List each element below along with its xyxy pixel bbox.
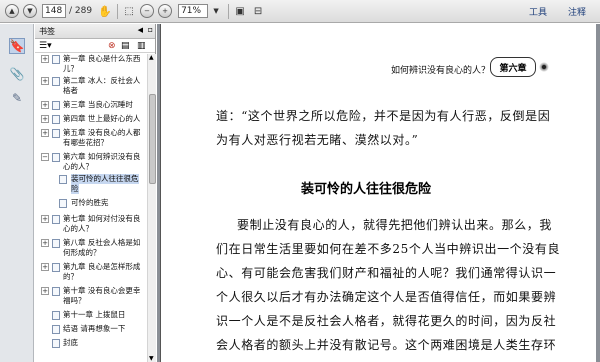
bookmark-label: 的？ xyxy=(63,272,78,281)
expand-icon[interactable]: + xyxy=(41,115,49,123)
bookmark-label: 格者 xyxy=(63,86,78,95)
expand-icon[interactable]: + xyxy=(41,239,49,247)
bookmark-label: 有哪些花招？ xyxy=(63,138,108,147)
zoom-level-select[interactable]: 71% xyxy=(178,4,209,18)
paragraph-line: 会人格者的额头上并没有散记号。这个两难困境是人类生存环 xyxy=(216,338,557,352)
panel-header: 书签 ◀ ▫ xyxy=(35,24,155,39)
bookmark-label: 第十一章 上拨鼠日 xyxy=(63,310,126,319)
chapter-label: 第六章 xyxy=(490,57,536,77)
bookmark-label: 封底 xyxy=(63,338,78,347)
bookmark-page-icon xyxy=(52,287,60,296)
section-title: 装可怜的人往往很危险 xyxy=(301,182,432,197)
bookmark-label: 可怜的胜宪 xyxy=(71,198,109,207)
bookmark-page-icon xyxy=(52,129,60,138)
bookmarks-icon[interactable]: 🔖 xyxy=(9,38,25,54)
bookmark-label: 心的人？ xyxy=(63,224,93,233)
paragraph-line: 道：“这个世界之所以危险，并不是因为有人行恶，反倒是因 xyxy=(216,109,551,123)
toolbar-divider xyxy=(117,3,119,19)
bookmark-label: 装可怜的人往往很危 xyxy=(71,174,139,184)
bookmark-page-icon xyxy=(52,339,60,348)
bookmark-page-icon xyxy=(52,77,60,86)
toolbar-divider xyxy=(228,3,230,19)
next-page-button[interactable]: ▼ xyxy=(23,4,37,18)
bookmark-page-icon xyxy=(52,325,60,334)
expand-icon[interactable]: + xyxy=(41,77,49,85)
bookmark-label: 第一章 良心是什么东西 xyxy=(63,54,141,63)
expand-icon[interactable]: + xyxy=(41,263,49,271)
bookmark-label: 第五章 没有良心的人都 xyxy=(63,128,141,137)
bookmark-label: 结语 请再想象一下 xyxy=(63,324,126,333)
bookmark-page-icon xyxy=(59,175,67,184)
bookmark-label: 第十章 没有良心会更幸 xyxy=(63,286,141,295)
expand-icon[interactable]: + xyxy=(41,55,49,63)
bookmark-list: + 第一章 良心是什么东西 儿？ + 第二章 冰人：反社会人 格者 + 第三章 … xyxy=(35,54,147,362)
expand-icon[interactable]: + xyxy=(41,101,49,109)
delete-bookmark-icon[interactable]: ⊗ xyxy=(108,41,116,51)
paragraph-line: 识一个人是不是反社会人格者，就得花更久的时间，因为反社 xyxy=(216,314,557,328)
fit-page-icon[interactable]: ▣ xyxy=(233,4,247,18)
expand-icon[interactable]: + xyxy=(41,215,49,223)
paragraph-line: 们在日常生活里要如何在差不多25个人当中辨识出一个没有良 xyxy=(216,242,561,256)
bookmark-scrollbar[interactable]: ▲ ▼ xyxy=(147,54,156,362)
comment-menu[interactable]: 注释 xyxy=(568,0,586,23)
bookmark-label: 第四章 世上最好心的人 xyxy=(63,114,141,123)
bookmark-page-icon xyxy=(52,101,60,110)
panel-title: 书签 xyxy=(39,26,55,36)
paragraph-line: 为有人对恶行视若无睹、漠然以对。” xyxy=(216,133,419,147)
bookmark-label: 第九章 良心是怎样形成 xyxy=(63,262,141,271)
bookmark-page-icon xyxy=(59,199,67,208)
close-panel-icon[interactable]: ▫ xyxy=(148,25,153,34)
paragraph-line: 要制止没有良心的人，就得先把他们辨认出来。那么，我 xyxy=(237,218,553,232)
paragraph-line: 个人很久以后才有办法确定这个人是否值得信任，而如果要辨 xyxy=(216,290,557,304)
find-bookmark-icon[interactable]: ▥ xyxy=(137,41,146,51)
bookmark-label: 第三章 当良心沉睡时 xyxy=(63,100,133,109)
signature-icon[interactable]: ✎ xyxy=(9,90,25,106)
expand-icon[interactable]: + xyxy=(41,129,49,137)
fit-width-icon[interactable]: ⊟ xyxy=(251,4,265,18)
bookmark-page-icon xyxy=(52,311,60,320)
tools-menu[interactable]: 工具 xyxy=(529,0,547,23)
bookmark-label: 第七章 如何对付没有良 xyxy=(63,214,141,223)
bookmark-page-icon xyxy=(52,263,60,272)
zoom-in-button[interactable]: + xyxy=(158,4,173,18)
attachment-icon[interactable]: 📎 xyxy=(9,66,25,82)
new-bookmark-icon[interactable]: ▤ xyxy=(121,41,130,51)
page-total: / 289 xyxy=(69,6,93,16)
page-number-input[interactable]: 148 xyxy=(42,4,66,18)
toolbar: ▲ ▼ 148 / 289 ✋ ⬚ − + 71% ▼ ▣ ⊟ 工具 注释 xyxy=(0,0,600,23)
bookmark-page-icon xyxy=(52,215,60,224)
collapse-panel-icon[interactable]: ◀ xyxy=(138,26,143,34)
bookmarks-panel: 书签 ◀ ▫ ☰▾ ⊗ ▤ ▥ + 第一章 良心是什么东西 儿？ + 第二章 冰… xyxy=(35,24,156,362)
document-page: 如何辨识没有良心的人？ 第六章 道：“这个世界之所以危险，并不是因为有人行恶，反… xyxy=(160,24,596,362)
expand-icon[interactable]: + xyxy=(41,287,49,295)
bookmark-label: 心的人？ xyxy=(63,162,93,171)
previous-page-button[interactable]: ▲ xyxy=(5,4,19,18)
bookmark-page-icon xyxy=(52,115,60,124)
bookmark-page-icon xyxy=(52,239,60,248)
zoom-dropdown-icon[interactable]: ▼ xyxy=(209,4,223,18)
scroll-thumb[interactable] xyxy=(149,94,156,184)
bookmark-label: 何形成的？ xyxy=(63,248,101,257)
collapse-icon[interactable]: − xyxy=(41,153,49,161)
select-tool-icon[interactable]: ⬚ xyxy=(122,4,136,18)
zoom-out-button[interactable]: − xyxy=(140,4,155,18)
bookmark-page-icon xyxy=(52,153,60,162)
scroll-down-icon[interactable]: ▼ xyxy=(149,355,154,362)
panel-toolbar: ☰▾ ⊗ ▤ ▥ xyxy=(35,39,155,53)
bookmark-label: 福吗？ xyxy=(63,296,86,305)
scroll-up-icon[interactable]: ▲ xyxy=(149,54,154,61)
ornament-icon xyxy=(539,62,549,72)
bookmark-label: 第六章 如何辨识没有良 xyxy=(63,152,141,161)
bookmark-label: 第八章 反社会人格是如 xyxy=(63,238,141,247)
running-header: 如何辨识没有良心的人？ xyxy=(391,66,491,76)
options-menu-icon[interactable]: ☰▾ xyxy=(39,41,52,51)
paragraph-line: 心、有可能会危害我们财产和福祉的人呢？我们通常得认识一 xyxy=(216,266,557,280)
hand-tool-icon[interactable]: ✋ xyxy=(98,4,112,18)
bookmark-page-icon xyxy=(52,55,60,64)
bookmark-label: 儿？ xyxy=(63,64,78,73)
bookmark-label: 险 xyxy=(71,184,79,194)
bookmark-label: 第二章 冰人：反社会人 xyxy=(63,76,141,85)
document-viewport[interactable]: 如何辨识没有良心的人？ 第六章 道：“这个世界之所以危险，并不是因为有人行恶，反… xyxy=(157,24,600,362)
navigation-rail: 🔖 📎 ✎ xyxy=(0,24,34,362)
